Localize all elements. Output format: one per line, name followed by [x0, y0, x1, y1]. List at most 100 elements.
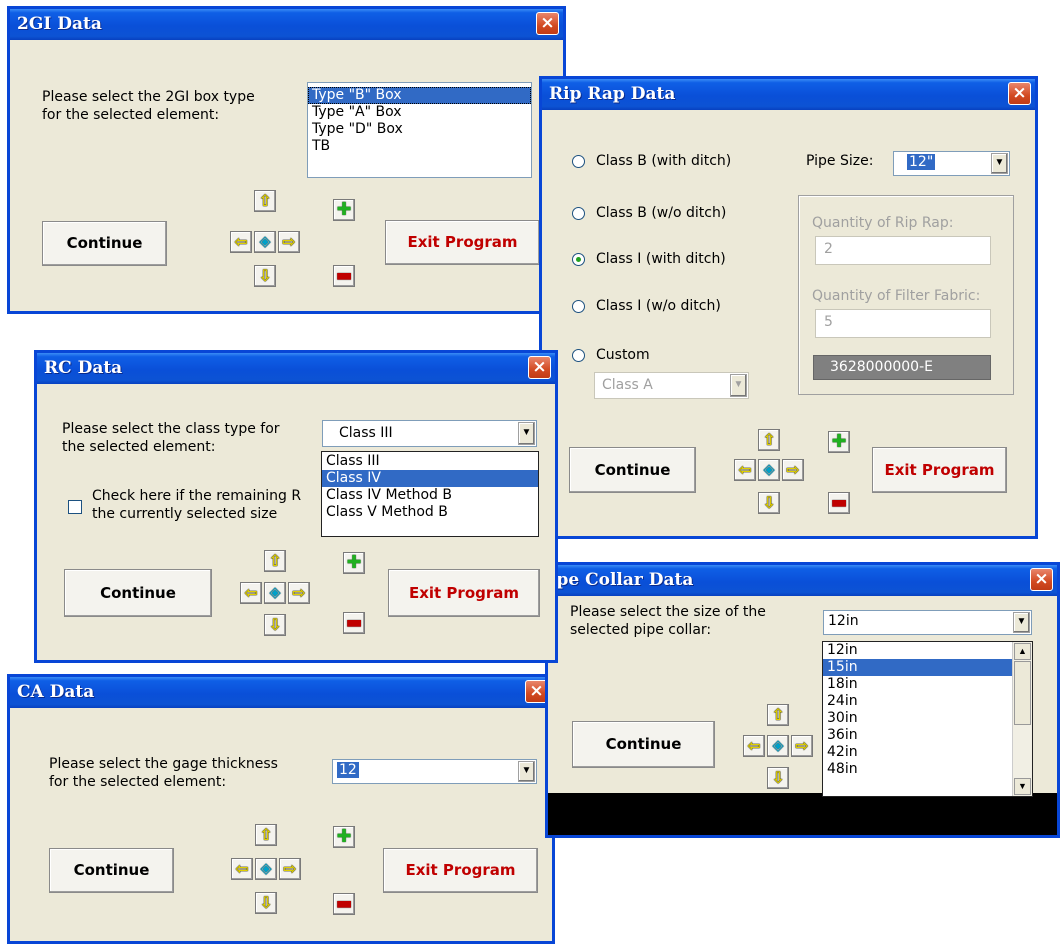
plus-icon[interactable]: ✚: [333, 826, 355, 848]
radio-class-i-noditch[interactable]: [572, 300, 585, 313]
remaining-checkbox[interactable]: [68, 500, 82, 514]
plus-icon[interactable]: ✚: [333, 199, 355, 221]
list-item[interactable]: 24in: [823, 693, 1012, 710]
radio-class-b-noditch[interactable]: [572, 207, 585, 220]
minus-icon[interactable]: ▬: [333, 265, 355, 287]
exit-program-button[interactable]: Exit Program: [872, 447, 1007, 493]
exit-program-button[interactable]: Exit Program: [383, 848, 538, 893]
arrow-down-icon[interactable]: ⇩: [767, 767, 789, 789]
arrow-down-icon[interactable]: ⇩: [254, 265, 276, 287]
radio-class-i-ditch[interactable]: [572, 253, 585, 266]
arrow-right-icon[interactable]: ⇨: [279, 858, 301, 880]
close-icon[interactable]: ×: [1008, 82, 1031, 105]
chevron-down-icon[interactable]: ▼: [991, 153, 1008, 174]
arrow-down-icon[interactable]: ⇩: [255, 892, 277, 914]
list-item[interactable]: 42in: [823, 744, 1012, 761]
list-item[interactable]: Class IV: [322, 470, 538, 487]
list-item[interactable]: 48in: [823, 761, 1012, 778]
dialog-pipe-collar-data: ipe Collar Data × Please select the size…: [545, 562, 1060, 838]
list-item[interactable]: TB: [308, 138, 531, 155]
arrow-right-icon[interactable]: ⇨: [288, 582, 310, 604]
radio-custom[interactable]: [572, 349, 585, 362]
class-type-dropdown[interactable]: Class III Class IV Class IV Method B Cla…: [321, 451, 539, 537]
exit-program-button[interactable]: Exit Program: [388, 569, 540, 617]
arrow-up-icon[interactable]: ⇧: [264, 550, 286, 572]
title-bar[interactable]: ipe Collar Data ×: [548, 565, 1057, 596]
minus-icon[interactable]: ▬: [343, 612, 365, 634]
radio-class-b-ditch[interactable]: [572, 155, 585, 168]
chevron-down-icon[interactable]: ▼: [518, 761, 535, 782]
center-icon[interactable]: ◈: [254, 231, 276, 253]
title-bar[interactable]: RC Data ×: [37, 353, 555, 384]
dialog-rip-rap-data: Rip Rap Data × Class B (with ditch) Clas…: [539, 76, 1038, 539]
prompt-line-2: the selected element:: [62, 439, 216, 455]
title-bar[interactable]: 2GI Data ×: [10, 9, 563, 40]
continue-button[interactable]: Continue: [49, 848, 174, 893]
arrow-up-icon[interactable]: ⇧: [758, 429, 780, 451]
list-item[interactable]: 15in: [823, 659, 1012, 676]
pipe-collar-size-select[interactable]: 12in ▼: [823, 610, 1032, 635]
center-icon[interactable]: ◈: [767, 735, 789, 757]
center-icon[interactable]: ◈: [255, 858, 277, 880]
scroll-thumb[interactable]: [1014, 661, 1031, 725]
arrow-up-icon[interactable]: ⇧: [255, 824, 277, 846]
title-bar[interactable]: CA Data ×: [10, 677, 552, 708]
arrow-left-icon[interactable]: ⇦: [231, 858, 253, 880]
minus-icon[interactable]: ▬: [333, 893, 355, 915]
list-item[interactable]: Type "A" Box: [308, 104, 531, 121]
close-icon[interactable]: ×: [1030, 568, 1053, 591]
qty-riprap-field: 2: [815, 236, 991, 265]
radio-label: Class B (with ditch): [596, 153, 732, 169]
qty-filter-label: Quantity of Filter Fabric:: [812, 288, 981, 304]
arrow-right-icon[interactable]: ⇨: [278, 231, 300, 253]
pipe-size-select[interactable]: 12" ▼: [893, 151, 1010, 176]
checkbox-label-line-1: Check here if the remaining R: [92, 488, 302, 504]
custom-class-select: Class A ▼: [594, 372, 749, 399]
arrow-down-icon[interactable]: ⇩: [264, 614, 286, 636]
arrow-up-icon[interactable]: ⇧: [254, 190, 276, 212]
arrow-right-icon[interactable]: ⇨: [782, 459, 804, 481]
arrow-left-icon[interactable]: ⇦: [734, 459, 756, 481]
plus-icon[interactable]: ✚: [343, 552, 365, 574]
arrow-left-icon[interactable]: ⇦: [743, 735, 765, 757]
list-item[interactable]: Type "D" Box: [308, 121, 531, 138]
list-item[interactable]: 30in: [823, 710, 1012, 727]
list-item[interactable]: 36in: [823, 727, 1012, 744]
list-item[interactable]: 18in: [823, 676, 1012, 693]
close-icon[interactable]: ×: [536, 12, 559, 35]
list-item[interactable]: Type "B" Box: [308, 87, 531, 104]
gage-thickness-select[interactable]: 12 ▼: [332, 759, 537, 784]
plus-icon[interactable]: ✚: [828, 431, 850, 453]
box-type-list[interactable]: Type "B" Box Type "A" Box Type "D" Box T…: [307, 82, 532, 178]
continue-button[interactable]: Continue: [572, 721, 715, 768]
center-icon[interactable]: ◈: [758, 459, 780, 481]
scrollbar[interactable]: ▲ ▼: [1012, 642, 1032, 796]
arrow-up-icon[interactable]: ⇧: [767, 704, 789, 726]
dialog-ca-data: CA Data × Please select the gage thickne…: [7, 674, 555, 944]
list-item[interactable]: 12in: [823, 642, 1012, 659]
arrow-right-icon[interactable]: ⇨: [791, 735, 813, 757]
arrow-left-icon[interactable]: ⇦: [230, 231, 252, 253]
chevron-down-icon[interactable]: ▼: [518, 422, 535, 445]
class-type-select[interactable]: Class III ▼: [322, 420, 537, 447]
minus-icon[interactable]: ▬: [828, 492, 850, 514]
radio-label: Custom: [596, 347, 650, 363]
close-icon[interactable]: ×: [528, 356, 551, 379]
continue-button[interactable]: Continue: [42, 221, 167, 266]
chevron-down-icon[interactable]: ▼: [1013, 612, 1030, 633]
size-dropdown-list[interactable]: 12in 15in 18in 24in 30in 36in 42in 48in …: [822, 641, 1033, 797]
title-bar[interactable]: Rip Rap Data ×: [542, 79, 1035, 110]
exit-program-button[interactable]: Exit Program: [385, 220, 540, 265]
list-item[interactable]: Class III: [322, 453, 538, 470]
continue-button[interactable]: Continue: [64, 569, 212, 617]
continue-button[interactable]: Continue: [569, 447, 696, 493]
arrow-left-icon[interactable]: ⇦: [240, 582, 262, 604]
dialog-title: 2GI Data: [17, 14, 102, 34]
list-item[interactable]: Class V Method B: [322, 504, 538, 521]
scroll-down-icon[interactable]: ▼: [1014, 778, 1031, 795]
arrow-down-icon[interactable]: ⇩: [758, 492, 780, 514]
list-item[interactable]: Class IV Method B: [322, 487, 538, 504]
scroll-up-icon[interactable]: ▲: [1014, 643, 1031, 660]
center-icon[interactable]: ◈: [264, 582, 286, 604]
black-strip: [548, 793, 1057, 835]
